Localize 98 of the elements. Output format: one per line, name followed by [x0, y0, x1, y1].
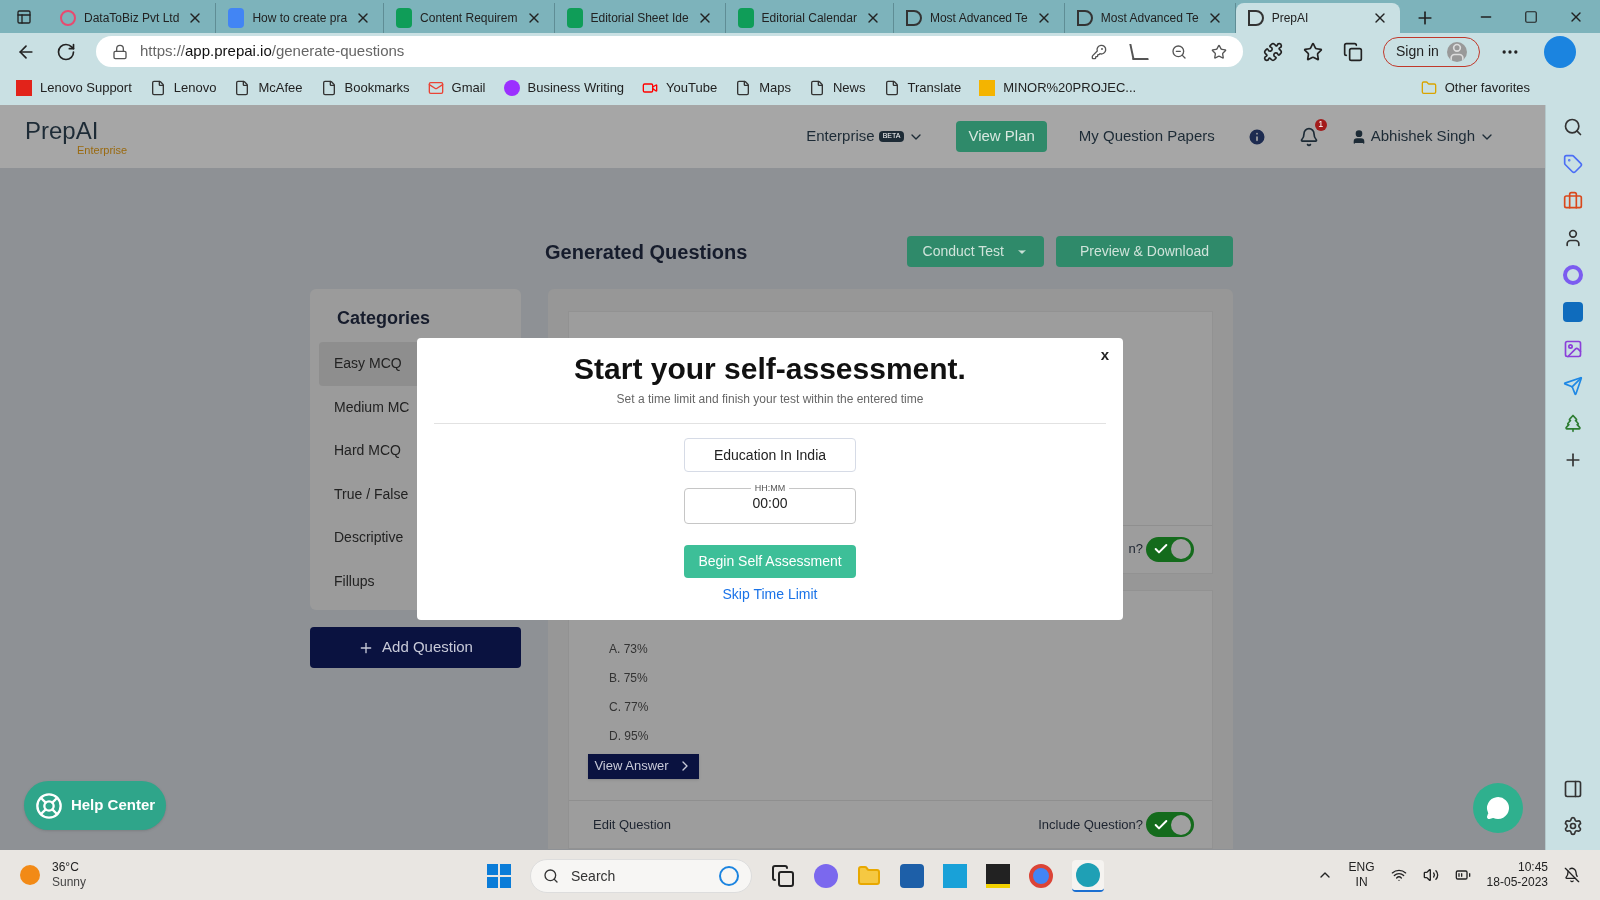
notes-app-icon[interactable] [986, 864, 1010, 888]
add-question-button[interactable]: Add Question [310, 627, 521, 668]
settings-icon[interactable] [1563, 816, 1583, 836]
bookmark-item[interactable]: News [809, 77, 866, 98]
extensions-icon[interactable] [1263, 41, 1283, 62]
include-toggle[interactable] [1146, 536, 1194, 562]
page-icon [883, 79, 900, 96]
tag-icon[interactable] [1563, 154, 1583, 174]
answer-option: A. 73% [609, 640, 1212, 657]
url-text: https://app.prepai.io/generate-questions [140, 41, 406, 62]
answer-option: B. 75% [609, 669, 1212, 686]
battery-icon[interactable] [1454, 867, 1471, 883]
answer-option: C. 77% [609, 698, 1212, 715]
language-indicator[interactable]: ENG IN [1348, 860, 1375, 890]
sidebar-toggle-icon[interactable] [1563, 779, 1583, 799]
bookmark-item[interactable]: Business Writing [503, 77, 625, 98]
chat-button[interactable] [1473, 783, 1523, 833]
browser-tab[interactable]: PrepAI [1235, 3, 1400, 33]
bookmark-item[interactable]: Lenovo [149, 77, 217, 98]
answer-option: D. 95% [609, 727, 1212, 744]
bookmark-item[interactable]: Gmail [427, 77, 486, 98]
lock-icon [112, 43, 128, 60]
volume-icon[interactable] [1422, 867, 1439, 883]
tab-title: Most Advanced Te [929, 10, 1028, 27]
skip-time-limit-link[interactable]: Skip Time Limit [722, 584, 818, 605]
notification-bell-icon[interactable] [1298, 126, 1319, 147]
taskbar-search[interactable]: Search [530, 859, 752, 893]
logo-icon [1247, 10, 1264, 26]
image-icon[interactable] [1563, 339, 1583, 359]
tab-title: Most Advanced Te [1100, 10, 1199, 27]
bookmark-item[interactable]: Lenovo Support [16, 77, 132, 98]
restore-icon[interactable] [1524, 9, 1538, 24]
zoom-out-icon[interactable] [1171, 43, 1187, 60]
bookmark-item[interactable]: Maps [735, 77, 791, 98]
briefcase-icon[interactable] [1563, 191, 1583, 211]
tab-title: Editorial Calendar [761, 10, 857, 27]
mail-icon [427, 79, 444, 96]
notification-count: 1 [1314, 118, 1327, 131]
page-icon [149, 79, 166, 96]
bookmark-item[interactable]: Translate [883, 77, 962, 98]
tab-title: Editorial Sheet Ide [590, 10, 689, 27]
collections-icon[interactable] [1343, 41, 1363, 62]
lifebuoy-icon [34, 791, 63, 820]
tab-title: PrepAI [1271, 10, 1310, 27]
search-icon[interactable] [1563, 117, 1583, 137]
include-question-label: n? [1128, 540, 1143, 559]
tab-title: DataToBiz Pvt Ltd [84, 10, 180, 27]
other-favorites[interactable]: Other favorites [1420, 77, 1530, 98]
user-menu[interactable]: Abhishek Singh [1350, 125, 1495, 148]
include-question-label: Include Question? [1038, 815, 1143, 834]
chat-bubble-icon [1486, 796, 1510, 820]
dialog-subtitle: Set a time limit and finish your test within the entered time [616, 391, 924, 408]
info-icon[interactable] [1246, 126, 1267, 147]
dialog-title: Start your self-assessment. [574, 351, 966, 387]
view-answer-button[interactable]: View Answer [588, 753, 699, 779]
bookmark-item[interactable]: YouTube [642, 77, 718, 98]
logo-icon [1076, 10, 1093, 26]
app-logo[interactable]: PrepAI [25, 117, 128, 144]
temperature-text: 36°C [52, 860, 80, 875]
page-icon [320, 79, 337, 96]
search-icon [543, 868, 559, 884]
clock[interactable]: 10:45 18-05-2023 [1486, 860, 1548, 890]
avatar-icon [1446, 41, 1467, 62]
tab-title: How to create pra [252, 10, 348, 27]
wifi-icon[interactable] [1390, 867, 1407, 883]
reload-icon[interactable] [56, 41, 76, 62]
tab-actions-icon[interactable] [16, 8, 32, 25]
bookmark-item[interactable]: McAfee [234, 77, 303, 98]
edit-question-link[interactable]: Edit Question [593, 814, 672, 835]
my-question-papers-link[interactable]: My Question Papers [1078, 125, 1215, 148]
page-icon [735, 79, 752, 96]
include-toggle[interactable] [1146, 812, 1194, 837]
logo-subtitle: Enterprise [77, 143, 128, 156]
time-value: 00:00 [752, 495, 788, 511]
page-title: Generated Questions [545, 239, 748, 265]
favorite-icon[interactable] [1211, 43, 1227, 60]
weather-text: Sunny [52, 875, 87, 890]
folder-icon [1420, 79, 1437, 96]
logo-icon [905, 10, 922, 26]
time-field[interactable]: HH:MM 00:00 [684, 483, 856, 524]
tab-title: Content Requirem [420, 10, 518, 27]
categories-title: Categories [336, 307, 432, 330]
topic-field[interactable]: Education In India [684, 438, 856, 472]
page-icon [809, 79, 825, 96]
notifications-icon[interactable] [1564, 867, 1580, 883]
chrome-icon[interactable] [1029, 864, 1053, 888]
bookmark-item[interactable]: MINOR%20PROJEC... [979, 77, 1137, 98]
task-view-icon[interactable] [771, 864, 795, 888]
tree-icon[interactable] [1563, 413, 1583, 433]
key-icon[interactable] [1091, 43, 1107, 60]
bookmark-item[interactable]: Bookmarks [320, 77, 410, 98]
favorites-icon[interactable] [1303, 41, 1323, 62]
time-field-label: HH:MM [753, 483, 787, 493]
address-bar[interactable]: https://app.prepai.io/generate-questions [96, 36, 1243, 67]
start-icon[interactable] [487, 864, 511, 888]
close-dialog-button[interactable]: x [1100, 344, 1109, 367]
send-icon[interactable] [1563, 376, 1583, 396]
page-icon [234, 79, 251, 96]
